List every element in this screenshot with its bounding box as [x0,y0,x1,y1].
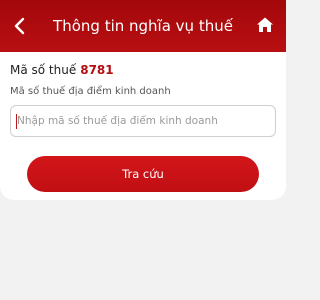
location-tax-code-label: Mã số thuế địa điểm kinh doanh [10,86,171,97]
tax-code-row: Mã số thuế 8781 [10,62,114,78]
home-icon[interactable] [256,16,274,34]
tax-code-label: Mã số thuế [10,63,77,77]
location-tax-code-field[interactable] [10,105,276,137]
page-title: Thông tin nghĩa vụ thuế [53,17,233,35]
search-button[interactable]: Tra cứu [27,156,259,192]
lookup-form: Mã số thuế 8781 Mã số thuế địa điểm kinh … [0,52,286,200]
tax-code-value: 8781 [80,63,114,77]
app-header: Thông tin nghĩa vụ thuế [0,0,286,52]
chevron-left-icon[interactable] [10,16,30,36]
location-tax-code-input[interactable] [17,106,271,136]
